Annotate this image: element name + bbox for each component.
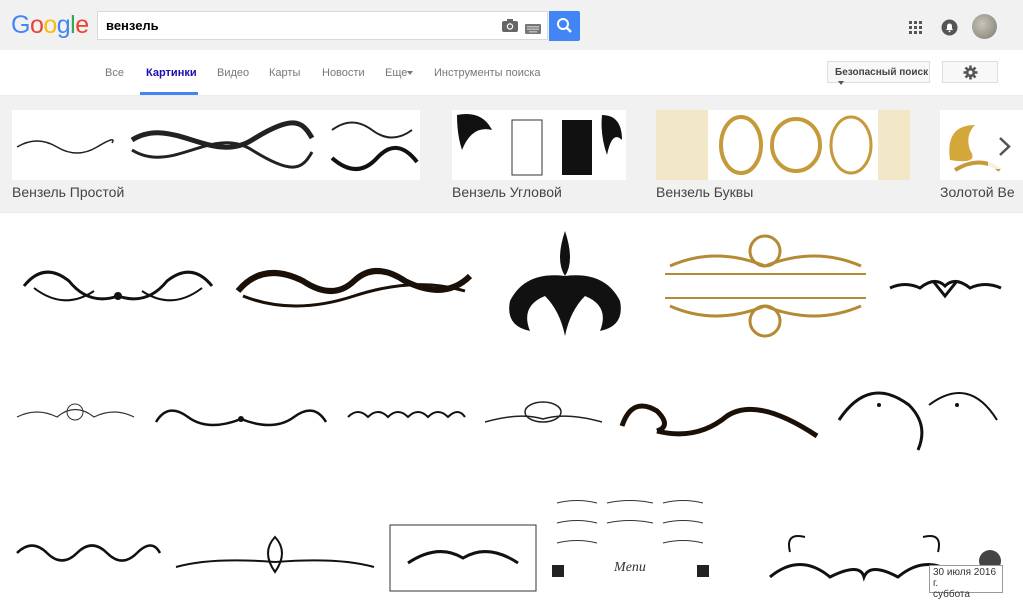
related-label[interactable]: Вензель Буквы	[656, 184, 753, 200]
svg-text:Menu: Menu	[613, 560, 646, 575]
image-result[interactable]	[617, 386, 820, 450]
logo-letter: G	[11, 11, 30, 39]
tooltip-weekday: суббота	[933, 589, 970, 600]
avatar[interactable]	[972, 14, 997, 39]
image-result[interactable]	[343, 357, 470, 483]
image-result[interactable]	[14, 226, 222, 346]
tab-more[interactable]: Еще	[385, 67, 407, 79]
google-logo[interactable]: Google	[11, 11, 89, 40]
image-result[interactable]	[885, 226, 1006, 346]
related-label[interactable]: Вензель Простой	[12, 184, 124, 200]
image-result[interactable]	[655, 226, 876, 346]
safe-search-button[interactable]: Безопасный поиск	[827, 61, 930, 86]
safe-search-label: Безопасный поиск	[835, 67, 929, 78]
caret-down-icon	[838, 81, 844, 86]
camera-icon[interactable]	[502, 19, 518, 32]
gear-icon	[963, 65, 978, 80]
related-label[interactable]: Золотой Ве	[940, 184, 1015, 200]
tab-search-tools[interactable]: Инструменты поиска	[434, 67, 541, 79]
tab-news[interactable]: Новости	[322, 67, 365, 79]
search-button[interactable]	[549, 11, 580, 41]
settings-button[interactable]	[942, 61, 998, 83]
tab-images[interactable]: Картинки	[146, 67, 197, 79]
related-thumb[interactable]	[452, 110, 626, 180]
apps-grid-icon[interactable]	[909, 21, 922, 34]
tab-maps[interactable]: Карты	[269, 67, 300, 79]
notifications-icon[interactable]	[941, 19, 958, 36]
logo-letter: g	[56, 11, 71, 39]
search-input[interactable]	[98, 12, 486, 39]
logo-letter: e	[75, 11, 89, 39]
logo-letter: o	[43, 11, 57, 39]
image-result[interactable]	[485, 226, 646, 346]
image-result[interactable]	[233, 251, 475, 322]
related-thumb[interactable]	[656, 110, 910, 180]
image-result[interactable]	[171, 497, 379, 593]
image-result[interactable]: Menu	[547, 493, 713, 593]
related-label[interactable]: Вензель Угловой	[452, 184, 562, 200]
tooltip-date: 30 июля 2016 г.	[933, 567, 997, 589]
tab-video[interactable]: Видео	[217, 67, 249, 79]
image-result[interactable]	[12, 493, 162, 593]
date-tooltip: 30 июля 2016 г. суббота	[929, 565, 1003, 600]
image-result[interactable]	[480, 357, 607, 483]
image-result[interactable]	[388, 493, 538, 593]
image-result[interactable]	[829, 365, 1007, 475]
keyboard-icon[interactable]	[525, 21, 541, 34]
active-tab-indicator	[140, 92, 198, 95]
tab-all[interactable]: Все	[105, 67, 124, 79]
image-result[interactable]	[148, 357, 334, 483]
chevron-right-icon	[999, 137, 1011, 156]
image-result[interactable]	[12, 357, 139, 483]
search-icon	[557, 18, 572, 33]
caret-down-icon	[407, 71, 413, 75]
logo-letter: o	[29, 11, 44, 39]
search-box	[97, 11, 548, 40]
next-button[interactable]	[988, 124, 1023, 169]
related-thumb[interactable]	[12, 110, 420, 180]
divider	[0, 212, 1023, 213]
